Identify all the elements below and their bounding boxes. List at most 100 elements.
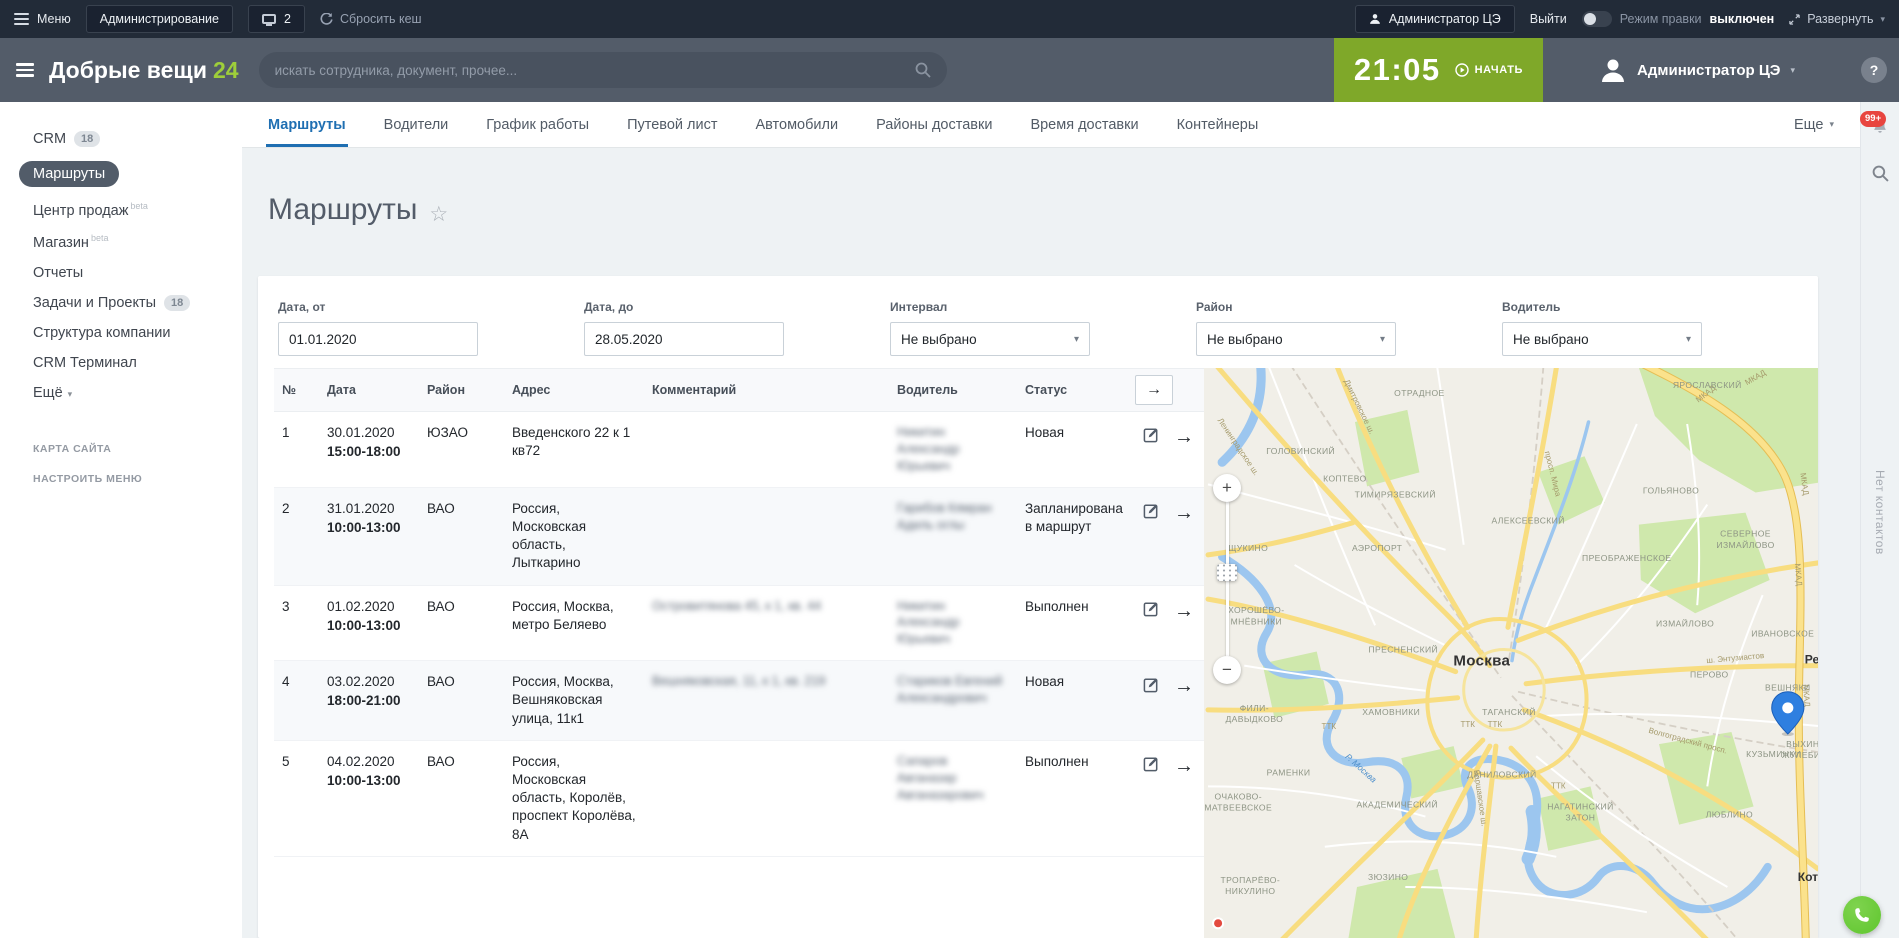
chevron-down-icon: ▾ xyxy=(1686,334,1691,345)
table-row[interactable]: 130.01.202015:00-18:00ЮЗАОВведенского 22… xyxy=(274,412,1204,488)
sidebar-link-sitemap[interactable]: КАРТА САЙТА xyxy=(0,434,242,464)
table-row[interactable]: 403.02.202018:00-21:00ВАОРоссия, Москва,… xyxy=(274,661,1204,741)
driver-select[interactable]: Не выбрано▾ xyxy=(1502,322,1702,356)
tab-delivery-districts[interactable]: Районы доставки xyxy=(876,102,992,147)
notifications-badge: 99+ xyxy=(1860,111,1886,127)
edit-icon[interactable] xyxy=(1143,600,1160,622)
administration-button[interactable]: Администрирование xyxy=(86,5,233,33)
tabs-more-label: Еще xyxy=(1794,117,1824,133)
map-marker-red[interactable] xyxy=(1213,918,1223,928)
moscow-map[interactable]: МКАДМКАДМКАДМКАДМКАДЯРОСЛАВСКИЙОТРАДНОЕД… xyxy=(1204,368,1818,938)
column-header: Статус xyxy=(1017,369,1127,412)
filter-driver: ВодительНе выбрано▾ xyxy=(1502,300,1702,356)
avatar-icon xyxy=(1599,56,1627,84)
map-label: ОТРАДНОЕ xyxy=(1394,388,1445,398)
sidebar-item-company-structure[interactable]: Структура компании xyxy=(0,318,242,348)
hamburger-icon xyxy=(14,13,29,25)
map-label: Ре xyxy=(1805,653,1818,667)
filter-district: РайонНе выбрано▾ xyxy=(1196,300,1396,356)
sidebar-item-reports[interactable]: Отчеты xyxy=(0,258,242,288)
sidebar-item-label: CRM xyxy=(33,131,66,147)
sidebar-link-configure-menu[interactable]: НАСТРОИТЬ МЕНЮ xyxy=(0,464,242,494)
edit-icon[interactable] xyxy=(1143,426,1160,448)
expand-table-button[interactable]: → xyxy=(1135,375,1173,405)
cell-number: 2 xyxy=(274,487,319,585)
tab-waybill[interactable]: Путевой лист xyxy=(627,102,717,147)
help-button[interactable]: ? xyxy=(1861,57,1887,83)
admin-menu-button[interactable]: Меню xyxy=(14,12,71,26)
search-icon[interactable] xyxy=(915,62,931,78)
table-row[interactable]: 231.01.202010:00-13:00ВАОРоссия, Московс… xyxy=(274,487,1204,585)
expand-button[interactable]: Развернуть ▾ xyxy=(1789,12,1885,26)
tabs-more-button[interactable]: Еще ▾ xyxy=(1794,117,1834,133)
edit-mode-label: Режим правки xyxy=(1620,12,1702,26)
notifications-button[interactable]: 99+ xyxy=(1871,118,1889,141)
sidebar-item-tasks-projects[interactable]: Задачи и Проекты18 xyxy=(0,288,242,318)
map-label: ИВАНОВСКОЕ xyxy=(1751,628,1814,638)
tab-delivery-time[interactable]: Время доставки xyxy=(1030,102,1138,147)
sidebar-hamburger-icon[interactable] xyxy=(16,63,34,77)
rail-search-button[interactable] xyxy=(1872,165,1889,187)
map-label: ЖУЛЕБИНО xyxy=(1782,750,1818,760)
tab-routes[interactable]: Маршруты xyxy=(268,102,346,147)
monitor-button[interactable]: 2 xyxy=(248,5,305,33)
open-route-arrow[interactable]: → xyxy=(1174,598,1194,625)
edit-icon[interactable] xyxy=(1143,676,1160,698)
date-to-input[interactable] xyxy=(584,322,784,356)
date-value: 01.02.2020 xyxy=(327,598,411,616)
tab-containers[interactable]: Контейнеры xyxy=(1177,102,1259,147)
open-route-arrow[interactable]: → xyxy=(1174,424,1194,451)
expand-label: Развернуть xyxy=(1807,12,1873,26)
app-logo[interactable]: Добрые вещи24 xyxy=(49,57,239,84)
zoom-slider-handle[interactable] xyxy=(1217,564,1237,581)
user-name: Администратор ЦЭ xyxy=(1637,62,1780,79)
timer-time: 21:05 xyxy=(1354,52,1441,88)
sidebar-item-routes[interactable]: Маршруты xyxy=(0,154,242,194)
column-header: Комментарий xyxy=(644,369,889,412)
date-value: 31.01.2020 xyxy=(327,500,411,518)
admin-user-button[interactable]: Администратор ЦЭ xyxy=(1355,5,1515,33)
sidebar-item-crm[interactable]: CRM18 xyxy=(0,124,242,154)
open-route-arrow[interactable]: → xyxy=(1174,500,1194,527)
table-row[interactable]: 301.02.202010:00-13:00ВАОРоссия, Москва,… xyxy=(274,585,1204,661)
sidebar-item-label: Магазин xyxy=(33,235,89,251)
select-value: Не выбрано xyxy=(1207,332,1283,347)
zoom-out-button[interactable]: − xyxy=(1213,656,1241,684)
cell-status: Новая xyxy=(1017,412,1127,488)
cell-status: Новая xyxy=(1017,661,1127,741)
logo-accent: 24 xyxy=(213,57,239,83)
interval-select[interactable]: Не выбрано▾ xyxy=(890,322,1090,356)
sidebar-item-shop[interactable]: Магазинbeta xyxy=(0,226,242,258)
date-from-input[interactable] xyxy=(278,322,478,356)
openlines-call-button[interactable] xyxy=(1843,896,1881,934)
sidebar-item-label: Ещё xyxy=(33,385,63,401)
sidebar-item-sales-center[interactable]: Центр продажbeta xyxy=(0,194,242,226)
cell-district: ВАО xyxy=(419,740,504,856)
cell-actions: → xyxy=(1127,412,1204,488)
favorite-star-icon[interactable]: ☆ xyxy=(429,202,448,227)
chevron-down-icon: ▾ xyxy=(1880,14,1885,25)
tab-work-schedule[interactable]: График работы xyxy=(486,102,589,147)
edit-icon[interactable] xyxy=(1143,502,1160,524)
clear-cache-button[interactable]: Сбросить кеш xyxy=(320,12,422,26)
right-rail: 99+ Нет контактов xyxy=(1860,102,1899,938)
work-timer[interactable]: 21:05 НАЧАТЬ xyxy=(1334,38,1543,102)
zoom-in-button[interactable]: + xyxy=(1213,474,1241,502)
tab-cars[interactable]: Автомобили xyxy=(755,102,838,147)
open-route-arrow[interactable]: → xyxy=(1174,673,1194,700)
cell-date: 31.01.202010:00-13:00 xyxy=(319,487,419,585)
edit-icon[interactable] xyxy=(1143,755,1160,777)
logout-button[interactable]: Выйти xyxy=(1530,12,1567,26)
timer-start-button[interactable]: НАЧАТЬ xyxy=(1455,63,1523,77)
search-input[interactable] xyxy=(275,63,905,78)
sidebar-item-crm-terminal[interactable]: CRM Терминал xyxy=(0,348,242,378)
user-menu[interactable]: Администратор ЦЭ ▾ xyxy=(1599,56,1795,84)
district-select[interactable]: Не выбрано▾ xyxy=(1196,322,1396,356)
open-route-arrow[interactable]: → xyxy=(1174,753,1194,780)
tab-drivers[interactable]: Водители xyxy=(384,102,449,147)
table-row[interactable]: 504.02.202010:00-13:00ВАОРоссия, Московс… xyxy=(274,740,1204,856)
sidebar-item-more[interactable]: Ещё▾ xyxy=(0,378,242,408)
map-label: АКАДЕМИЧЕСКИЙ xyxy=(1357,799,1438,810)
map-label: ПРЕОБРАЖЕНСКОЕ xyxy=(1582,553,1671,563)
edit-mode-toggle[interactable]: Режим правки выключен xyxy=(1582,11,1774,27)
